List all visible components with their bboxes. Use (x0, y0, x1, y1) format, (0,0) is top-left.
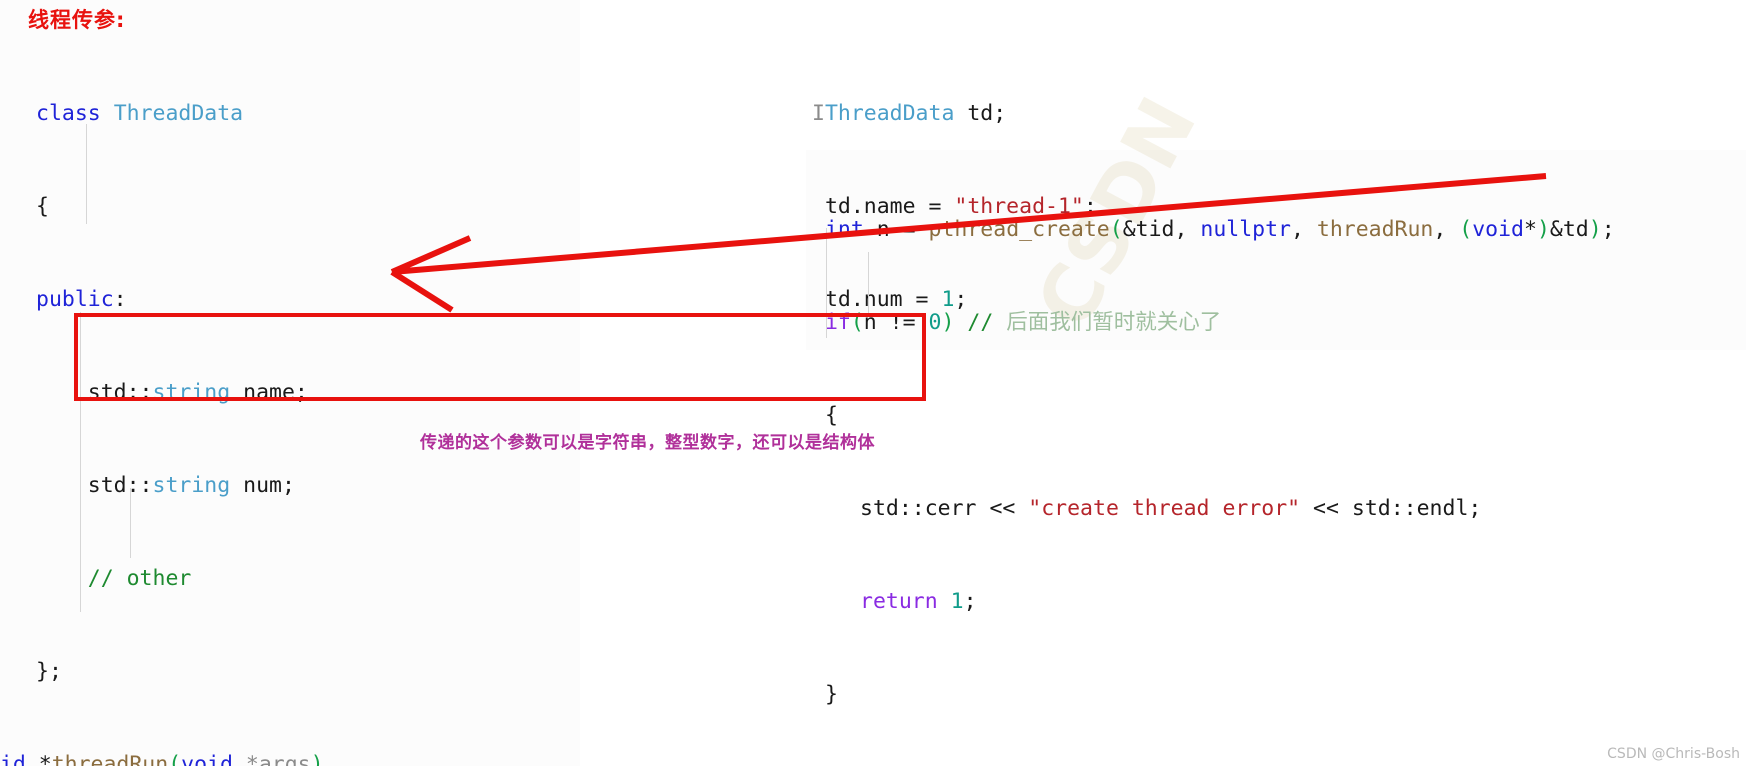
indent-guide (868, 252, 869, 314)
code-line: IThreadData td; (812, 101, 1007, 126)
code-line: { (824, 403, 838, 428)
code-line: if(n != 0) // 后面我们暂时就关心了 (824, 310, 1222, 335)
indent-guide (130, 488, 131, 558)
indent-guide (80, 312, 81, 612)
watermark-corner: CSDN @Chris-Bosh (1607, 746, 1740, 762)
code-line: std::cerr << "create thread error" << st… (860, 496, 1482, 521)
screenshot-root: 线程传参: CSDN class ThreadData { public: st… (0, 0, 1746, 766)
indent-guide (826, 228, 827, 338)
page-title: 线程传参: (28, 8, 126, 32)
code-line: } (824, 682, 838, 707)
right-code-block-b: int n = pthread_create(&tid, nullptr, th… (812, 152, 1615, 766)
code-line: return 1; (860, 589, 977, 614)
indent-guide (86, 124, 87, 224)
magenta-annotation: 传递的这个参数可以是字符串，整型数字，还可以是结构体 (420, 433, 875, 453)
code-line: int n = pthread_create(&tid, nullptr, th… (824, 217, 1615, 242)
